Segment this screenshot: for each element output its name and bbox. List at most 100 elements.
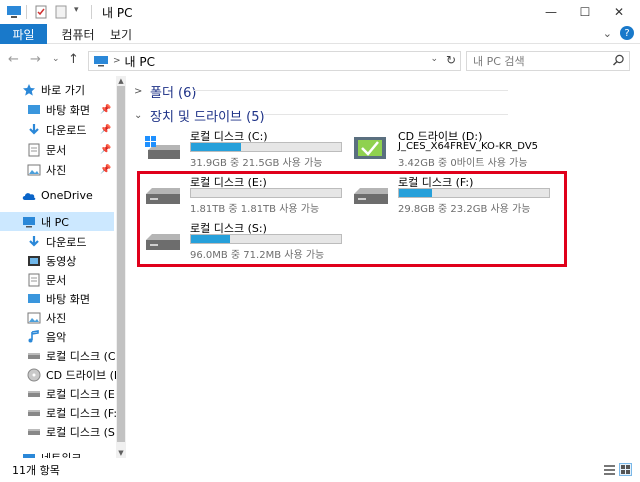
sidebar-item-downloads[interactable]: 다운로드 — [0, 232, 114, 251]
sidebar-item-documents-pinned[interactable]: 문서 📌 — [0, 140, 114, 159]
document-icon — [28, 143, 40, 156]
tiles-view-icon[interactable] — [619, 463, 632, 476]
cloud-icon — [22, 192, 36, 200]
sidebar-item-drive-s[interactable]: 로컬 디스크 (S:) — [0, 422, 123, 441]
search-icon[interactable] — [612, 54, 625, 67]
help-button[interactable]: ? — [620, 26, 634, 40]
sidebar-item-drive-c[interactable]: 로컬 디스크 (C:) — [0, 346, 124, 365]
tab-computer[interactable]: 컴퓨터 — [54, 24, 102, 44]
folders-group-header[interactable]: > 폴더 (6) — [134, 82, 508, 101]
sidebar-item-label: CD 드라이브 (D — [46, 368, 123, 382]
sidebar-item-desktop-pinned[interactable]: 바탕 화면 📌 — [0, 100, 114, 119]
sidebar-item-videos[interactable]: 동영상 — [0, 251, 114, 270]
scroll-thumb[interactable] — [117, 86, 125, 442]
sidebar-item-label: 문서 — [46, 143, 67, 157]
ribbon-expand-button[interactable]: ⌄ — [603, 27, 612, 40]
pictures-icon — [27, 312, 41, 323]
sidebar-item-desktop[interactable]: 바탕 화면 — [0, 289, 114, 308]
star-icon — [23, 83, 35, 96]
sidebar-item-music[interactable]: 음악 — [0, 327, 114, 346]
sidebar-item-label: 사진 — [46, 311, 67, 325]
document-icon — [28, 273, 40, 286]
up-button[interactable]: ↑ — [68, 52, 79, 67]
group-title: 폴더 (6) — [150, 86, 197, 101]
content-pane: > 폴더 (6) ⌄ 장치 및 드라이브 (5) 로컬 디스크 (C:) 31.… — [128, 76, 640, 458]
address-dropdown-icon[interactable]: ⌄ — [430, 54, 438, 64]
sidebar-item-drive-f[interactable]: 로컬 디스크 (F:) — [0, 403, 121, 422]
tab-file[interactable]: 파일 — [0, 24, 47, 44]
sidebar-item-label: 음악 — [46, 330, 67, 344]
properties-icon[interactable] — [34, 5, 48, 19]
sidebar-item-label: 바로 가기 — [41, 83, 85, 97]
details-view-icon[interactable] — [603, 463, 616, 476]
sidebar-item-label: 로컬 디스크 (F:) — [46, 406, 122, 420]
video-icon — [28, 255, 40, 266]
navigation-bar: ← → ⌄ ↑ > 내 PC ⌄ ↻ — [0, 45, 640, 75]
sidebar-item-pictures[interactable]: 사진 — [0, 308, 114, 327]
breadcrumb-item-this-pc[interactable]: 내 PC — [125, 53, 155, 70]
search-box[interactable] — [466, 51, 630, 71]
sidebar-item-label: 네트워크 — [41, 451, 82, 459]
sidebar-item-label: 내 PC — [41, 215, 69, 229]
desktop-icon — [28, 293, 40, 303]
refresh-button[interactable]: ↻ — [446, 53, 456, 67]
drive-icon — [28, 390, 40, 397]
new-folder-icon[interactable] — [54, 5, 68, 19]
pin-icon: 📌 — [100, 144, 112, 155]
separator — [26, 5, 27, 19]
search-input[interactable] — [473, 54, 613, 68]
group-divider — [264, 114, 508, 115]
group-divider — [194, 90, 508, 91]
drive-volume-label: J_CES_X64FREV_KO-KR_DV5 — [398, 141, 539, 152]
music-icon — [28, 329, 39, 342]
chevron-right-icon[interactable]: > — [134, 86, 144, 97]
ribbon: 파일 컴퓨터 보기 ⌄ ? — [0, 24, 640, 44]
sidebar-scrollbar[interactable]: ▲ ▼ — [116, 76, 126, 458]
close-button[interactable]: ✕ — [596, 0, 640, 24]
sidebar-item-label: 다운로드 — [46, 235, 87, 249]
quick-access-dropdown-icon[interactable]: ▾ — [74, 5, 84, 19]
scroll-up-arrow-icon[interactable]: ▲ — [116, 76, 126, 86]
sidebar-item-label: 다운로드 — [46, 123, 87, 137]
address-bar[interactable]: > 내 PC ⌄ ↻ — [88, 51, 461, 71]
scroll-down-arrow-icon[interactable]: ▼ — [116, 448, 126, 458]
highlight-annotation-box — [137, 171, 567, 267]
usage-bar — [190, 142, 342, 152]
sidebar-item-this-pc[interactable]: 내 PC — [0, 212, 114, 231]
drive-icon — [28, 409, 40, 416]
separator — [91, 5, 92, 19]
drive-tile-c[interactable]: 로컬 디스크 (C:) 31.9GB 중 21.5GB 사용 가능 — [142, 128, 352, 169]
tab-view[interactable]: 보기 — [104, 24, 138, 44]
sidebar-item-label: 로컬 디스크 (E:) — [46, 387, 123, 401]
sidebar-item-label: 바탕 화면 — [46, 103, 90, 117]
recent-locations-button[interactable]: ⌄ — [52, 54, 60, 64]
download-icon — [29, 123, 39, 135]
drive-icon — [28, 352, 40, 359]
pin-icon: 📌 — [100, 124, 112, 135]
breadcrumb-separator[interactable]: > — [113, 56, 121, 66]
sidebar-item-label: 사진 — [46, 163, 67, 177]
sidebar-item-documents[interactable]: 문서 — [0, 270, 114, 289]
drive-free-space: 3.42GB 중 0바이트 사용 가능 — [398, 158, 528, 169]
usage-bar-fill — [191, 143, 241, 151]
title-bar: ▾ 내 PC — ☐ ✕ — [0, 0, 640, 24]
cd-icon — [27, 368, 41, 381]
sidebar-item-network[interactable]: 네트워크 — [0, 448, 114, 458]
chevron-down-icon[interactable]: ⌄ — [134, 110, 144, 121]
drive-free-space: 31.9GB 중 21.5GB 사용 가능 — [190, 158, 323, 169]
sidebar-item-cd-drive-d[interactable]: CD 드라이브 (D — [0, 365, 122, 384]
back-button[interactable]: ← — [8, 52, 19, 67]
forward-button[interactable]: → — [30, 52, 41, 67]
sidebar-item-quick-access[interactable]: 바로 가기 — [0, 80, 114, 99]
view-switcher — [603, 463, 632, 476]
devices-group-header[interactable]: ⌄ 장치 및 드라이브 (5) — [134, 106, 508, 125]
sidebar-item-drive-e[interactable]: 로컬 디스크 (E:) — [0, 384, 123, 403]
drive-tile-d[interactable]: CD 드라이브 (D:) J_CES_X64FREV_KO-KR_DV5 3.4… — [350, 128, 560, 169]
group-title: 장치 및 드라이브 (5) — [150, 110, 265, 125]
sidebar-item-label: 동영상 — [46, 254, 77, 268]
sidebar-item-onedrive[interactable]: OneDrive — [0, 186, 114, 205]
sidebar-item-pictures-pinned[interactable]: 사진 📌 — [0, 160, 114, 179]
sidebar-item-downloads-pinned[interactable]: 다운로드 📌 — [0, 120, 114, 139]
drive-icon — [28, 428, 40, 435]
item-count: 11개 항목 — [12, 464, 60, 477]
